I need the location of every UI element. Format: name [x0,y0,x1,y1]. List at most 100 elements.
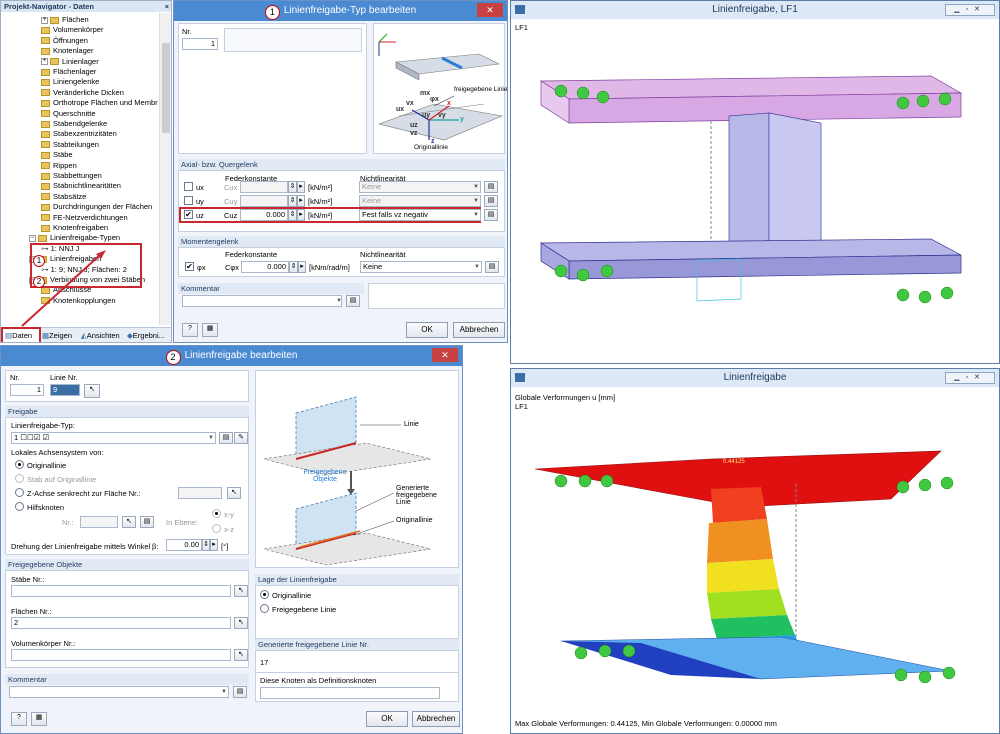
staebe-field[interactable] [11,585,231,597]
flaechen-pick-button[interactable]: ↖ [234,617,248,629]
chevron-down-icon: ▼ [208,435,214,441]
ok-button[interactable]: OK [406,322,448,338]
spring-spinner[interactable]: ⇕ [288,195,297,207]
beta-field[interactable]: 0.00 [166,539,202,551]
beta-arrow[interactable]: ▸ [210,539,218,551]
phix-checkbox[interactable]: ✔ [185,262,194,271]
dof-checkbox[interactable]: ✔ [184,210,193,219]
dialog2-header: Nr. 1 Linie Nr. 9 ↖ [5,370,249,402]
section-moment: Momentengelenk [178,236,505,247]
spring-unit: [kN/m²] [308,197,333,206]
volumen-pick-button[interactable]: ↖ [234,649,248,661]
staebe-pick-button[interactable]: ↖ [234,585,248,597]
window-controls[interactable]: ▁▫✕ [945,4,995,16]
knoten-label: Diese Knoten als Definitionsknoten [260,676,377,685]
spring-label: Cuz [224,211,238,220]
dialog1-diagram: freigegebene Linie Originallinie mx φx v… [373,23,507,154]
radio-xz[interactable] [212,524,221,533]
cancel-button[interactable]: Abbrechen [453,322,505,338]
spring-field[interactable]: 0.000 [240,209,288,221]
edit-type-button[interactable]: ✎ [234,432,248,444]
spring-spinner[interactable]: ⇕ [288,209,297,221]
nonlinearity-select[interactable]: Keine [359,181,481,193]
chevron-down-icon: ▼ [336,298,342,304]
d2-cancel-button[interactable]: Abbrechen [412,711,460,727]
spring-arrow[interactable]: ▸ [297,209,305,221]
radio-xy-label: x-y [224,510,234,519]
diag-linie: Linie [404,421,419,428]
hilf-pick-button[interactable]: ↖ [122,516,136,528]
dof-checkbox[interactable] [184,196,193,205]
new-type-button[interactable]: ▤ [219,432,233,444]
units-button[interactable]: ▦ [202,323,218,337]
spring-spinner[interactable]: ⇕ [288,181,297,193]
spring-field[interactable] [240,181,288,193]
pick-line-button[interactable]: ↖ [84,384,100,398]
d2-comment-button[interactable]: ▤ [233,686,247,698]
typ-select[interactable]: 1 ☐☐☑ ☑ [11,432,216,444]
hilf-new-button[interactable]: ▤ [140,516,154,528]
lage-panel: Originallinie Freigegebene Linie [255,585,459,639]
achs-label: Lokales Achsensystem von: [11,448,104,457]
radio-originallinie[interactable] [15,460,24,469]
radio-stab[interactable] [15,474,24,483]
dialog-linienfreigabe-typ: 1 Linienfreigabe-Typ bearbeiten ✕ Nr. 1 f… [173,0,508,343]
nonlinearity-select[interactable]: Keine [359,195,481,207]
line-release-diagram [263,396,432,566]
diag-y-axis: y [460,116,464,123]
d2-nr-field[interactable]: 1 [10,384,44,396]
dof-label: ux [196,183,204,192]
nonlinearity-edit-button[interactable]: ▤ [484,195,498,207]
zachse-surface-field[interactable] [178,487,222,499]
radio-zachse[interactable] [15,488,24,497]
chevron-down-icon: ▼ [474,264,480,270]
radio-xy[interactable] [212,509,221,518]
radio-lage-freigeg[interactable] [260,604,269,613]
dialog1-close-button[interactable]: ✕ [477,3,503,17]
moment-panel: Federkonstante Nichtlinearität ✔ φx Cφx … [178,247,505,277]
radio-zachse-label: Z-Achse senkrecht zur Fläche Nr.: [27,489,141,498]
model-window-titlebar: Linienfreigabe, LF1 ▁▫✕ [511,1,999,19]
zachse-pick-button[interactable]: ↖ [227,487,241,499]
comment-select[interactable] [182,295,342,307]
d2-help-button[interactable]: ? [11,712,27,726]
cphix-arrow[interactable]: ▸ [298,261,306,273]
nr-field[interactable]: 1 [182,38,218,50]
spring-field[interactable] [240,195,288,207]
radio-lage-freigeg-label: Freigegebene Linie [272,605,337,614]
linie-nr-field[interactable]: 9 [50,384,80,396]
dialog1-titlebar: 1 Linienfreigabe-Typ bearbeiten ✕ [174,1,507,21]
diag-originallinie2: Originallinie [396,517,433,524]
knoten-field[interactable] [260,687,440,699]
d2-units-button[interactable]: ▦ [31,712,47,726]
spring-arrow[interactable]: ▸ [297,195,305,207]
radio-lage-original[interactable] [260,590,269,599]
deformation-window: Linienfreigabe ▁▫✕ Globale Verformungen … [510,368,1000,734]
phix-nonlinearity-select[interactable]: Keine [360,261,482,273]
cphix-spinner[interactable]: ⇕ [289,261,298,273]
spring-label: Cuy [224,197,238,206]
d2-ok-button[interactable]: OK [366,711,408,727]
radio-hilfsknoten[interactable] [15,502,24,511]
volumen-field[interactable] [11,649,231,661]
app-icon [515,373,525,382]
dialog2-close-button[interactable]: ✕ [432,348,458,362]
window-controls[interactable]: ▁▫✕ [945,372,995,384]
nonlinearity-edit-button[interactable]: ▤ [484,181,498,193]
section-kommentar: Kommentar [178,283,364,294]
dof-checkbox[interactable] [184,182,193,191]
nonlinearity-edit-button[interactable]: ▤ [484,209,498,221]
spring-arrow[interactable]: ▸ [297,181,305,193]
diag-originallinie: Originallinie [414,144,448,151]
beta-spinner[interactable]: ⇕ [202,539,210,551]
phix-edit-button[interactable]: ▤ [485,261,499,273]
cphix-field[interactable]: 0.000 [241,261,289,273]
hilf-nr-field[interactable] [80,516,118,528]
flaechen-field[interactable]: 2 [11,617,231,629]
help-button[interactable]: ? [182,323,198,337]
name-field[interactable] [224,28,362,52]
dialog2-titlebar: 2 Linienfreigabe bearbeiten ✕ [1,346,462,366]
nonlinearity-select[interactable]: Fest falls vz negativ [359,209,481,221]
comment-button[interactable]: ▤ [346,295,360,307]
d2-comment-select[interactable] [9,686,229,698]
